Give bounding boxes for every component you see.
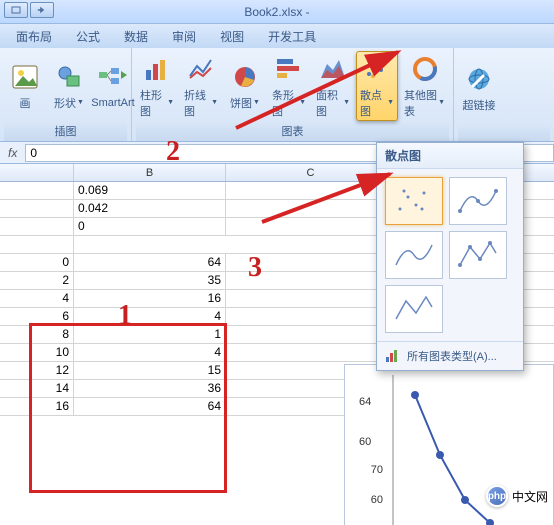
svg-text:60: 60 — [359, 436, 371, 448]
smartart-button[interactable]: SmartArt — [92, 61, 134, 111]
area-chart-icon — [317, 53, 349, 85]
table-row: 1436 — [0, 380, 554, 398]
scatter-type-smooth-markers[interactable] — [449, 177, 507, 225]
tab[interactable]: 数据 — [112, 25, 160, 48]
bar-chart-button[interactable]: 条形图▼ — [268, 51, 310, 121]
col-header[interactable]: B — [74, 164, 226, 181]
scatter-panel-title: 散点图 — [377, 143, 523, 169]
window-control-icon[interactable] — [4, 2, 28, 18]
pie-chart-icon — [229, 61, 261, 93]
svg-text:60: 60 — [371, 494, 383, 506]
svg-text:70: 70 — [371, 464, 383, 476]
shapes-icon — [53, 61, 85, 93]
all-chart-types-button[interactable]: 所有图表类型(A)... — [377, 341, 523, 370]
smartart-icon — [97, 63, 129, 95]
tab[interactable]: 视图 — [208, 25, 256, 48]
scatter-type-smooth[interactable] — [385, 231, 443, 279]
scatter-type-lines-markers[interactable] — [449, 231, 507, 279]
chart-icon — [385, 349, 401, 363]
group-label: 插图 — [4, 121, 127, 141]
picture-icon — [9, 61, 41, 93]
column-chart-button[interactable]: 柱形图▼ — [136, 51, 178, 121]
tab[interactable]: 审阅 — [160, 25, 208, 48]
other-charts-button[interactable]: 其他图表▼ — [400, 51, 449, 121]
scatter-dropdown-panel: 散点图 所有图表类型(A)... — [376, 142, 524, 371]
watermark-text: 中文网 — [512, 488, 548, 505]
line-chart-icon — [185, 53, 217, 85]
window-title: Book2.xlsx - — [244, 5, 309, 19]
hyperlink-icon — [463, 63, 495, 95]
ribbon-tabs: 面布局 公式 数据 审阅 视图 开发工具 — [0, 24, 554, 48]
shapes-button[interactable]: 形状▼ — [48, 59, 90, 113]
window-titlebar: Book2.xlsx - — [0, 0, 554, 24]
scatter-chart-button[interactable]: 散点图▼ — [356, 51, 398, 121]
col-header[interactable] — [0, 164, 74, 181]
column-chart-icon — [141, 53, 173, 85]
hyperlink-button[interactable]: 超链接 — [458, 61, 500, 115]
bar-chart-icon — [273, 53, 305, 85]
line-chart-button[interactable]: 折线图▼ — [180, 51, 222, 121]
group-label: 图表 — [136, 121, 449, 141]
picture-button[interactable]: 画 — [4, 59, 46, 113]
fx-label: fx — [0, 146, 25, 160]
watermark: php 中文网 — [486, 485, 548, 507]
table-row: 1664 — [0, 398, 554, 416]
tab[interactable]: 面布局 — [4, 25, 64, 48]
ribbon: 画 形状▼ SmartArt 插图 柱形图▼ — [0, 48, 554, 142]
tab[interactable]: 公式 — [64, 25, 112, 48]
col-header[interactable]: C — [226, 164, 396, 181]
other-charts-icon — [409, 53, 441, 85]
area-chart-button[interactable]: 面积图▼ — [312, 51, 354, 121]
watermark-icon: php — [486, 485, 508, 507]
scatter-type-lines[interactable] — [385, 285, 443, 333]
window-control-icon[interactable] — [30, 2, 54, 18]
tab[interactable]: 开发工具 — [256, 25, 328, 48]
pie-chart-button[interactable]: 饼图▼ — [224, 59, 266, 113]
scatter-chart-icon — [361, 53, 393, 85]
scatter-type-markers[interactable] — [385, 177, 443, 225]
